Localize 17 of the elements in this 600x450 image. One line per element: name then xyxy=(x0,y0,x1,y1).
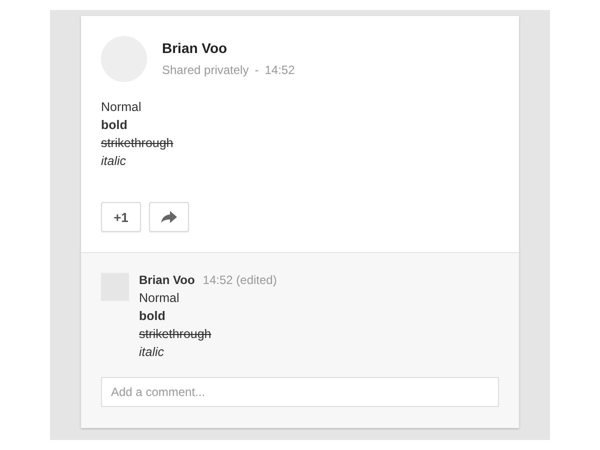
comment-input[interactable]: Add a comment... xyxy=(101,377,499,407)
plus-one-button[interactable]: +1 xyxy=(101,202,141,232)
separator: - xyxy=(254,63,259,77)
comment-text-line: italic xyxy=(139,344,166,361)
visibility-label: Shared privately xyxy=(162,63,249,77)
author-name[interactable]: Brian Voo xyxy=(162,40,228,56)
comment-text-line: Normal xyxy=(139,290,180,307)
share-button[interactable] xyxy=(149,202,189,232)
post-text-line: Normal xyxy=(101,99,142,116)
post-text-line: bold xyxy=(101,117,128,134)
comment-text-line: strikethrough xyxy=(139,326,212,343)
post-text-line: strikethrough xyxy=(101,135,174,152)
comment-text-line: bold xyxy=(139,308,166,325)
post-text-line: italic xyxy=(101,153,128,170)
comment-time: 14:52 (edited) xyxy=(202,273,277,287)
share-arrow-icon xyxy=(160,210,178,224)
comment-author[interactable]: Brian Voo xyxy=(139,273,195,287)
